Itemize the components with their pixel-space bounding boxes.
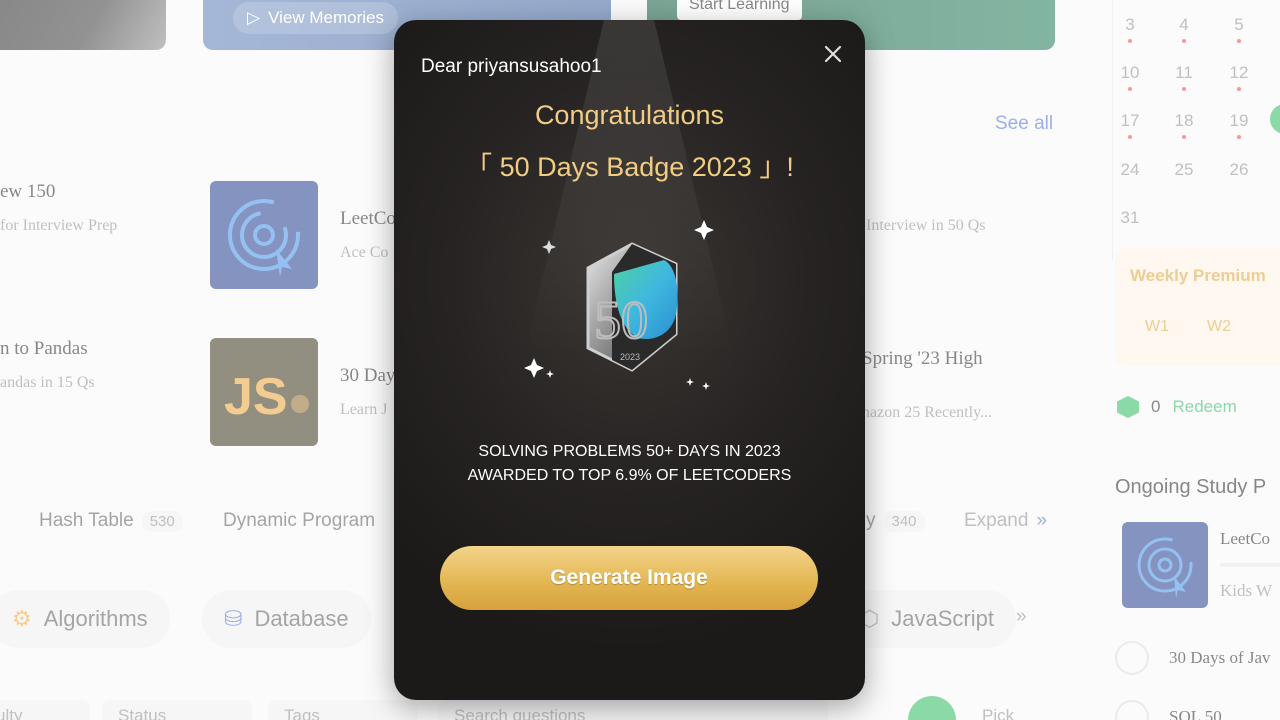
generate-image-button[interactable]: Generate Image [440,546,818,610]
desc-line-2: AWARDED TO TOP 6.9% OF LEETCODERS [467,467,792,484]
congrats-heading: Congratulations [534,100,725,130]
svg-text:50: 50 [594,290,648,350]
desc-line-1: SOLVING PROBLEMS 50+ DAYS IN 2023 [478,443,781,460]
badge-illustration: 50 2023 [514,210,754,410]
close-icon[interactable] [821,42,845,66]
badge-name-heading: 「 50 Days Badge 2023 」! [465,152,794,182]
svg-text:2023: 2023 [620,352,640,362]
badge-description: SOLVING PROBLEMS 50+ DAYS IN 2023 AWARDE… [394,440,865,488]
badge-modal: Dear priyansusahoo1 Congratulations 「 50… [394,20,865,700]
greeting-text: Dear priyansusahoo1 [421,56,602,77]
